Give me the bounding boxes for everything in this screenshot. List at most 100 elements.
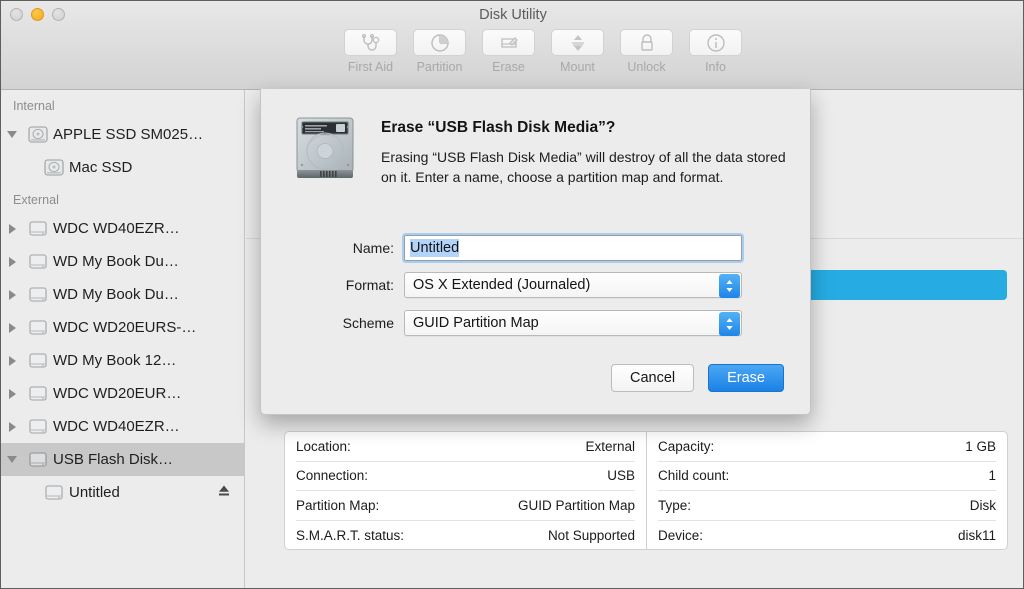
info-value: Not Supported [548,528,635,543]
toolbar-item-info[interactable]: Info [682,29,749,74]
info-row: Type: Disk [658,491,996,521]
dialog-message: Erasing “USB Flash Disk Media” will dest… [381,147,791,187]
name-input[interactable]: Untitled [404,235,742,261]
unlock-button[interactable] [620,29,673,56]
info-value: Disk [970,498,996,513]
hard-disk-icon [290,113,360,188]
name-field-label: Name: [261,240,404,256]
toolbar-item-unlock[interactable]: Unlock [613,29,680,74]
window-title: Disk Utility [1,7,1024,23]
info-label: Location: [296,439,351,454]
partition-button[interactable] [413,29,466,56]
mount-button[interactable] [551,29,604,56]
chevron-right-icon[interactable] [1,422,23,432]
info-label: Type: [658,498,691,513]
sidebar-item-label: Untitled [69,484,120,501]
info-row: S.M.A.R.T. status: Not Supported [296,521,635,551]
format-select[interactable]: OS X Extended (Journaled) [404,272,742,298]
sidebar-item-apple-ssd[interactable]: APPLE SSD SM025… [1,118,244,151]
sidebar-item-label: APPLE SSD SM025… [53,126,203,143]
sidebar-item-wd-my-book-du-2[interactable]: WD My Book Du… [1,278,244,311]
sidebar-item-label: WDC WD20EUR… [53,385,181,402]
sidebar-item-label: WD My Book Du… [53,253,179,270]
chevron-right-icon[interactable] [1,389,23,399]
pie-chart-icon [430,33,450,53]
erase-label: Erase [492,60,525,74]
sidebar-item-wdc-wd20eurs[interactable]: WDC WD20EURS-… [1,311,244,344]
chevron-up-down-icon[interactable] [719,274,740,298]
chevron-right-icon[interactable] [1,224,23,234]
info-value: 1 GB [965,439,996,454]
titlebar: Disk Utility First Aid [1,1,1024,90]
dialog-buttons: Cancel Erase [611,364,784,392]
external-drive-icon [23,352,53,369]
internal-drive-icon [23,126,53,143]
info-label: Info [705,60,726,74]
first-aid-button[interactable] [344,29,397,56]
external-drive-icon [23,418,53,435]
chevron-right-icon[interactable] [1,323,23,333]
external-drive-icon [23,385,53,402]
first-aid-label: First Aid [348,60,393,74]
unlock-label: Unlock [627,60,665,74]
info-label: Connection: [296,468,368,483]
info-row: Partition Map: GUID Partition Map [296,491,635,521]
stethoscope-icon [360,34,382,52]
disk-utility-window: Disk Utility First Aid [0,0,1024,589]
toolbar-item-partition[interactable]: Partition [406,29,473,74]
info-row: Location: External [296,432,635,462]
lock-icon [638,33,656,53]
toolbar-item-mount[interactable]: Mount [544,29,611,74]
info-circle-icon [706,33,726,53]
info-button[interactable] [689,29,742,56]
external-drive-icon [23,253,53,270]
volume-icon [39,484,69,501]
info-label: Partition Map: [296,498,379,513]
chevron-right-icon[interactable] [1,356,23,366]
sidebar-item-wdc-wd40ezr-2[interactable]: WDC WD40EZR… [1,410,244,443]
toolbar-item-erase[interactable]: Erase [475,29,542,74]
chevron-down-icon[interactable] [1,456,23,463]
scheme-select[interactable]: GUID Partition Map [404,310,742,336]
eject-icon[interactable] [217,483,231,502]
info-value: GUID Partition Map [518,498,635,513]
info-value: disk11 [958,528,996,543]
sidebar-item-wd-my-book-du-1[interactable]: WD My Book Du… [1,245,244,278]
scheme-select-value: GUID Partition Map [413,315,539,331]
external-drive-icon [23,220,53,237]
toolbar: First Aid Partition [337,29,749,74]
sidebar-item-usb-flash-disk[interactable]: USB Flash Disk… [1,443,244,476]
chevron-right-icon[interactable] [1,257,23,267]
devices-sidebar[interactable]: Internal APPLE SSD SM025… [1,90,245,589]
erase-button[interactable] [482,29,535,56]
sidebar-item-untitled-volume[interactable]: Untitled [1,476,244,509]
sidebar-item-label: WD My Book Du… [53,286,179,303]
sidebar-item-label: WDC WD40EZR… [53,220,180,237]
toolbar-item-first-aid[interactable]: First Aid [337,29,404,74]
external-drive-icon [23,451,53,468]
erase-confirm-button[interactable]: Erase [708,364,784,392]
info-row: Child count: 1 [658,462,996,492]
sidebar-item-wdc-wd40ezr-1[interactable]: WDC WD40EZR… [1,212,244,245]
info-value: USB [607,468,635,483]
sidebar-item-mac-ssd[interactable]: Mac SSD [1,151,244,184]
info-label: S.M.A.R.T. status: [296,528,404,543]
info-label: Capacity: [658,439,714,454]
name-field-row: Name: Untitled [261,234,812,262]
cancel-button[interactable]: Cancel [611,364,694,392]
sidebar-item-label: USB Flash Disk… [53,451,173,468]
info-label: Device: [658,528,703,543]
format-select-value: OS X Extended (Journaled) [413,277,590,293]
sidebar-item-wdc-wd20eur[interactable]: WDC WD20EUR… [1,377,244,410]
partition-label: Partition [417,60,463,74]
sidebar-item-wd-my-book-12[interactable]: WD My Book 12… [1,344,244,377]
chevron-right-icon[interactable] [1,290,23,300]
internal-drive-icon [39,159,69,176]
chevron-up-down-icon[interactable] [719,312,740,336]
device-info-table: Location: External Connection: USB Parti… [284,431,1008,550]
info-value: External [585,439,635,454]
sidebar-item-label: WDC WD20EURS-… [53,319,196,336]
dialog-title: Erase “USB Flash Disk Media”? [381,119,615,137]
info-column-right: Capacity: 1 GB Child count: 1 Type: Disk… [646,432,1007,549]
chevron-down-icon[interactable] [1,131,23,138]
